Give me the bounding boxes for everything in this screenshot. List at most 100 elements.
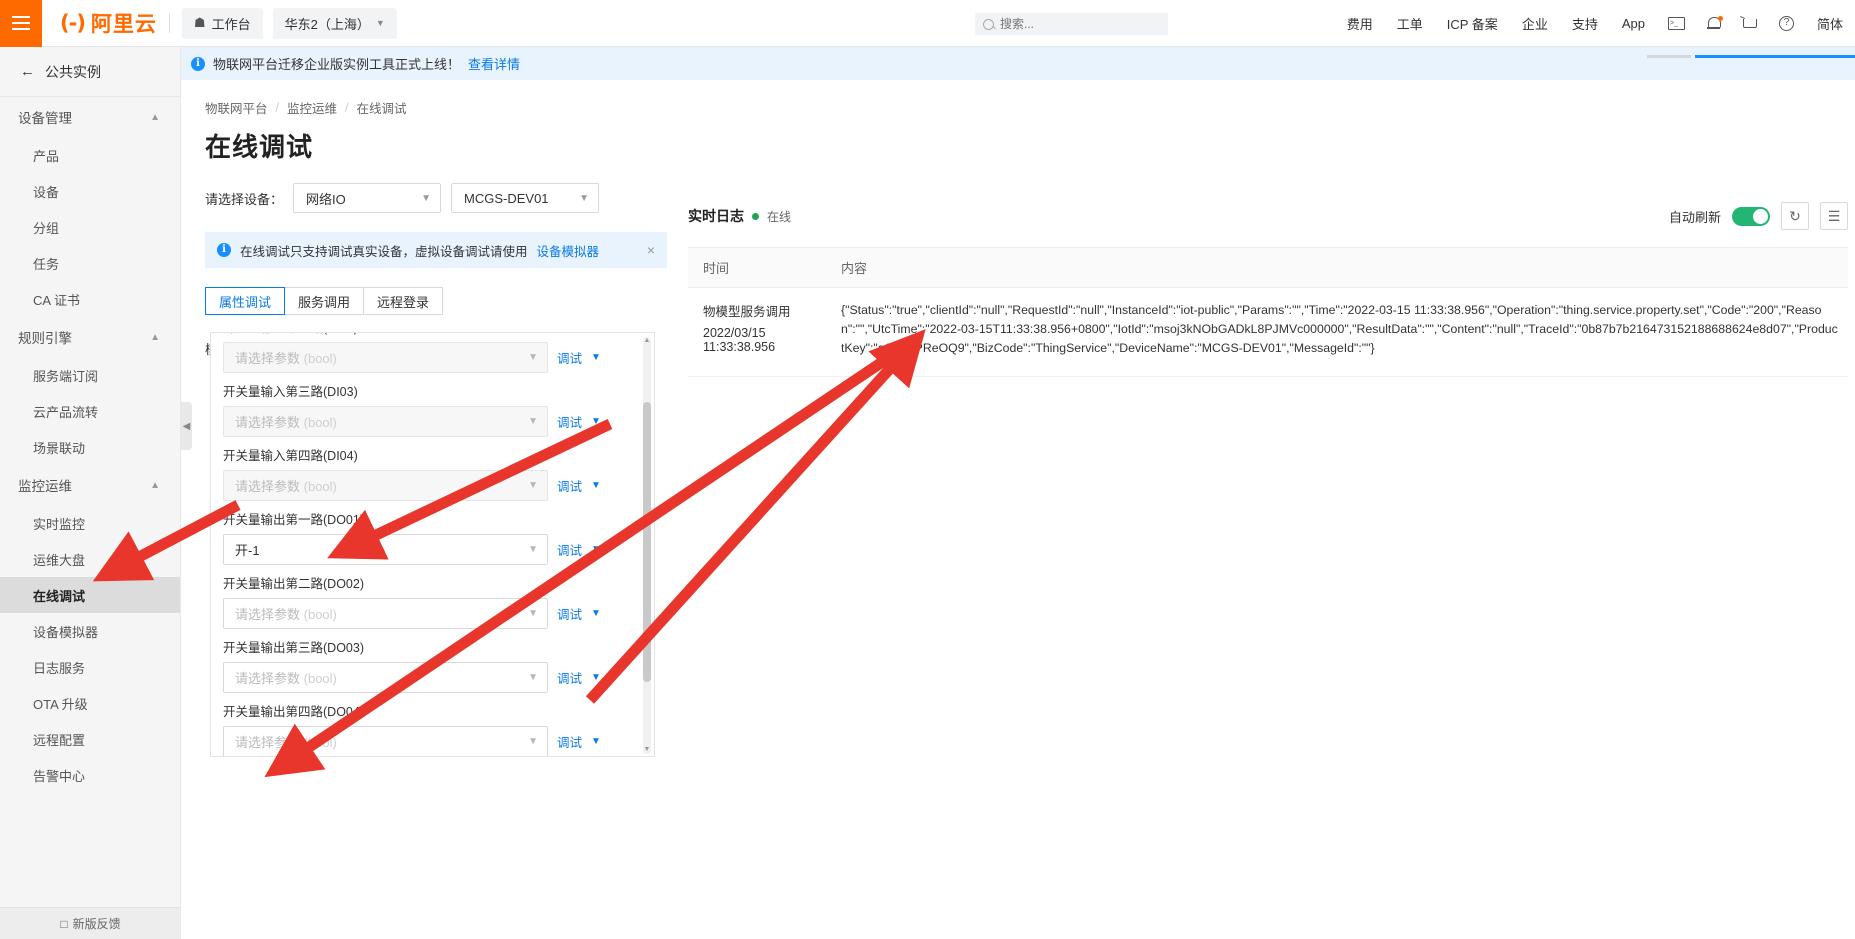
property-control: 开-1 ▼ 调试 ▼ <box>223 534 629 565</box>
chevron-down-icon[interactable]: ▼ <box>591 480 601 491</box>
chevron-down-icon[interactable]: ▼ <box>591 736 601 747</box>
sidebar-item-group[interactable]: 分组 <box>0 209 180 245</box>
online-status-label: 在线 <box>767 208 791 225</box>
chevron-down-icon[interactable]: ▼ <box>591 352 601 363</box>
scroll-down-icon[interactable]: ▼ <box>643 746 651 754</box>
tab-property-debug[interactable]: 属性调试 <box>205 287 285 315</box>
sidebar-item-server-subscribe[interactable]: 服务端订阅 <box>0 357 180 393</box>
sidebar-item-ops-dashboard[interactable]: 运维大盘 <box>0 541 180 577</box>
nav-link-enterprise[interactable]: 企业 <box>1510 14 1560 33</box>
notice-detail-link[interactable]: 查看详情 <box>468 54 520 73</box>
property-row: 开关量输出第三路(DO03) 请选择参数 (bool) ▼ 调试 ▼ <box>223 637 629 693</box>
tab-service-invoke[interactable]: 服务调用 <box>284 287 364 315</box>
sidebar-item-online-debug[interactable]: 在线调试 <box>0 577 180 613</box>
nav-link-fee[interactable]: 费用 <box>1335 14 1385 33</box>
chevron-down-icon: ▼ <box>421 193 431 204</box>
feedback-icon: □ <box>60 917 67 931</box>
sidebar-item-task[interactable]: 任务 <box>0 245 180 281</box>
aliyun-mark-icon: (-) <box>60 11 85 35</box>
property-value-select[interactable]: 请选择参数 (bool) ▼ <box>223 598 548 629</box>
language-selector[interactable]: 简体 <box>1805 14 1855 33</box>
close-icon[interactable]: × <box>647 242 655 258</box>
region-selector[interactable]: 华东2（上海） ▼ <box>273 8 397 39</box>
bell-icon[interactable] <box>1696 17 1731 31</box>
tab-remote-login[interactable]: 远程登录 <box>363 287 443 315</box>
sidebar-item-log-service[interactable]: 日志服务 <box>0 649 180 685</box>
help-icon[interactable] <box>1768 16 1805 31</box>
breadcrumb-item-iot[interactable]: 物联网平台 <box>205 98 268 117</box>
sidebar-item-ota-upgrade[interactable]: OTA 升级 <box>0 685 180 721</box>
device-select[interactable]: MCGS-DEV01 ▼ <box>451 183 599 213</box>
property-debug-link[interactable]: 调试 <box>557 668 582 687</box>
log-time-cell: 物模型服务调用 2022/03/15 11:33:38.956 <box>688 301 836 358</box>
property-list-scrollbar[interactable]: ▲ ▼ <box>643 337 651 754</box>
notice-text: 物联网平台迁移企业版实例工具正式上线！ <box>213 54 460 73</box>
property-debug-link[interactable]: 调试 <box>557 476 582 495</box>
filter-icon[interactable]: ☰ <box>1820 202 1848 230</box>
sidebar-item-ca-cert[interactable]: CA 证书 <box>0 281 180 317</box>
property-label: 开关量输出第一路(DO01) <box>223 509 629 528</box>
log-timestamp: 2022/03/15 11:33:38.956 <box>703 326 836 354</box>
realtime-log-panel: 实时日志 在线 自动刷新 ↻ ☰ 时间 内容 物模型服务调用 <box>688 202 1848 377</box>
breadcrumb-separator: / <box>345 101 348 115</box>
workbench-button[interactable]: ☗ 工作台 <box>182 8 263 39</box>
cart-icon[interactable] <box>1731 17 1768 30</box>
sidebar-item-device[interactable]: 设备 <box>0 173 180 209</box>
sidebar-item-device-simulator[interactable]: 设备模拟器 <box>0 613 180 649</box>
chevron-down-icon[interactable]: ▼ <box>591 672 601 683</box>
property-placeholder: 请选择参数 (bool) <box>235 732 337 751</box>
sidebar-item-alarm-center[interactable]: 告警中心 <box>0 757 180 793</box>
sidebar-collapse-handle[interactable]: ◀ <box>181 402 192 450</box>
product-select[interactable]: 网络IO ▼ <box>293 183 441 213</box>
auto-refresh-toggle[interactable] <box>1732 207 1770 226</box>
property-debug-link[interactable]: 调试 <box>557 348 582 367</box>
chevron-down-icon[interactable]: ▼ <box>591 416 601 427</box>
new-version-feedback-button[interactable]: □ 新版反馈 <box>0 907 181 939</box>
property-debug-link[interactable]: 调试 <box>557 540 582 559</box>
log-table: 时间 内容 物模型服务调用 2022/03/15 11:33:38.956 {"… <box>688 247 1848 377</box>
column-header-content: 内容 <box>836 258 1848 277</box>
property-debug-link[interactable]: 调试 <box>557 732 582 751</box>
chevron-down-icon[interactable]: ▼ <box>591 544 601 555</box>
property-debug-link[interactable]: 调试 <box>557 412 582 431</box>
brand-logo[interactable]: (-) 阿里云 <box>60 8 157 38</box>
property-placeholder: 请选择参数 (bool) <box>235 476 337 495</box>
property-value-select[interactable]: 请选择参数 (bool) ▼ <box>223 470 548 501</box>
sidebar-item-scene-linkage[interactable]: 场景联动 <box>0 429 180 465</box>
refresh-icon[interactable]: ↻ <box>1781 202 1809 230</box>
property-label: 开关量输入第三路(DI03) <box>223 381 629 400</box>
log-table-header: 时间 内容 <box>688 248 1848 288</box>
sidebar-item-cloud-product-flow[interactable]: 云产品流转 <box>0 393 180 429</box>
property-value-select[interactable]: 请选择参数 (bool) ▼ <box>223 662 548 693</box>
log-content-json: {"Status":"true","clientId":"null","Requ… <box>841 301 1848 358</box>
nav-link-icp[interactable]: ICP 备案 <box>1435 14 1510 33</box>
nav-link-app[interactable]: App <box>1610 16 1657 31</box>
nav-link-support[interactable]: 支持 <box>1560 14 1610 33</box>
search-input[interactable] <box>1000 17 1160 31</box>
sidebar-item-remote-config[interactable]: 远程配置 <box>0 721 180 757</box>
property-value-select[interactable]: 请选择参数 (bool) ▼ <box>223 342 548 373</box>
alert-simulator-link[interactable]: 设备模拟器 <box>537 241 600 260</box>
scroll-up-icon[interactable]: ▲ <box>643 337 651 345</box>
property-debug-link[interactable]: 调试 <box>557 604 582 623</box>
sidebar-group-monitor-ops[interactable]: 监控运维 ▲ <box>0 465 180 505</box>
search-input-wrapper[interactable] <box>975 13 1168 35</box>
sidebar-group-rule-engine[interactable]: 规则引擎 ▲ <box>0 317 180 357</box>
property-value-select[interactable]: 开-1 ▼ <box>223 534 548 565</box>
back-to-public-instance[interactable]: ← 公共实例 <box>0 47 180 97</box>
sidebar-back-label: 公共实例 <box>45 62 101 82</box>
scrollbar-thumb[interactable] <box>643 402 651 682</box>
breadcrumb-item-monitor[interactable]: 监控运维 <box>287 98 337 117</box>
console-icon[interactable] <box>1657 17 1696 30</box>
sidebar-group-label: 规则引擎 <box>18 327 72 347</box>
chevron-down-icon[interactable]: ▼ <box>591 608 601 619</box>
property-value-select[interactable]: 请选择参数 (bool) ▼ <box>223 406 548 437</box>
sidebar-group-device-management[interactable]: 设备管理 ▲ <box>0 97 180 137</box>
menu-icon[interactable] <box>0 0 42 47</box>
property-control: 请选择参数 (bool) ▼ 调试 ▼ <box>223 662 629 693</box>
breadcrumb-separator: / <box>276 101 279 115</box>
sidebar-item-product[interactable]: 产品 <box>0 137 180 173</box>
property-value-select[interactable]: 请选择参数 (bool) ▼ <box>223 726 548 757</box>
sidebar-item-realtime-monitor[interactable]: 实时监控 <box>0 505 180 541</box>
nav-link-ticket[interactable]: 工单 <box>1385 14 1435 33</box>
